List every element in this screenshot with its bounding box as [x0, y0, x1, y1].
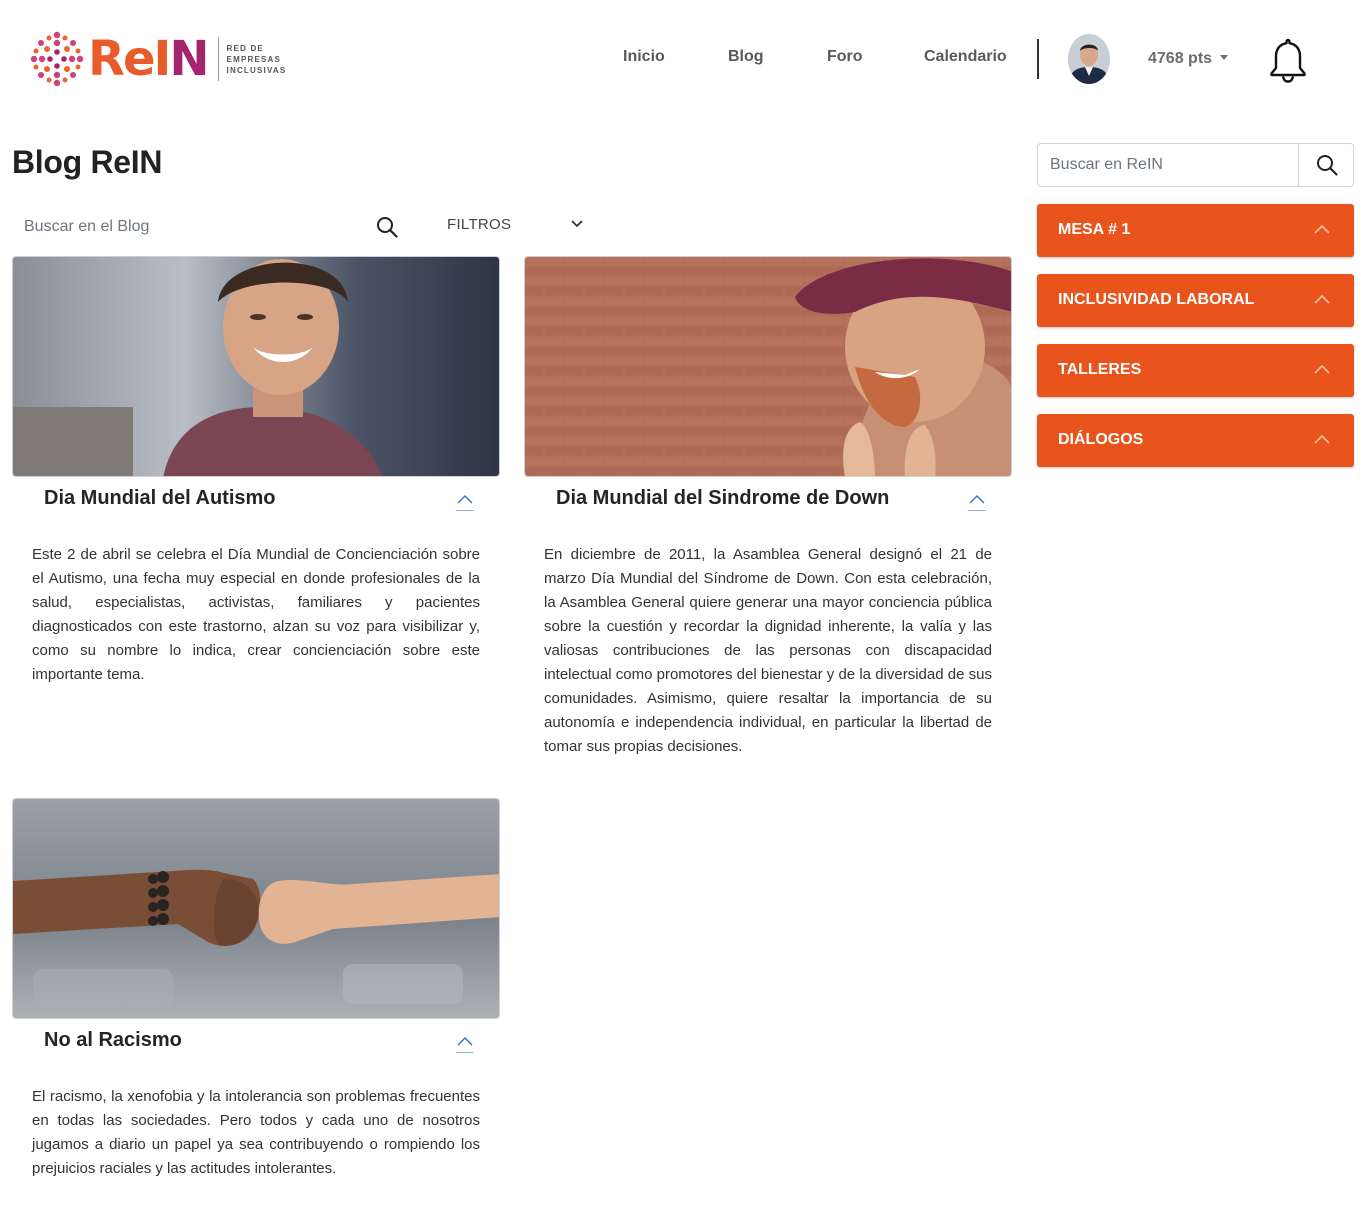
post-title[interactable]: No al Racismo [44, 1029, 182, 1052]
rein-logo[interactable]: ReIN RED DE EMPRESAS INCLUSIVAS [28, 28, 303, 90]
sidebar-item-label: MESA # 1 [1058, 221, 1131, 238]
post-header[interactable]: No al Racismo [12, 1019, 500, 1063]
post-body: Este 2 de abril se celebra el Día Mundia… [32, 546, 480, 683]
fist-bump-photo [13, 799, 499, 1018]
logo-wordmark-part1: ReI [88, 31, 171, 87]
post-body: En diciembre de 2011, la Asamblea Genera… [544, 546, 992, 755]
post-title[interactable]: Dia Mundial del Autismo [44, 487, 276, 510]
chevron-down-icon[interactable] [570, 218, 584, 230]
user-points-label: 4768 pts [1148, 50, 1213, 67]
nav-foro[interactable]: Foro [827, 48, 863, 66]
nav-calendario[interactable]: Calendario [924, 48, 1007, 66]
search-icon[interactable] [376, 216, 398, 238]
sidebar-search-input[interactable] [1038, 144, 1298, 186]
chevron-up-icon [1314, 294, 1330, 304]
chevron-up-icon [1314, 224, 1330, 234]
post-toggle[interactable] [456, 493, 474, 511]
logo-wordmark: ReIN [88, 35, 210, 83]
user-photo-icon [1068, 34, 1110, 84]
bell-icon[interactable] [1268, 37, 1308, 83]
post-toggle[interactable] [968, 493, 986, 511]
chevron-up-icon [1314, 434, 1330, 444]
sidebar-search [1037, 143, 1354, 187]
post-header[interactable]: Dia Mundial del Sindrome de Down [524, 477, 1012, 521]
toggle-underline [968, 510, 986, 511]
sidebar-item-inclusividad-laboral[interactable]: INCLUSIVIDAD LABORAL [1037, 274, 1354, 327]
logo-separator [217, 37, 219, 81]
nav-blog[interactable]: Blog [728, 48, 764, 66]
search-icon [1316, 155, 1338, 176]
logo-tagline: RED DE EMPRESAS INCLUSIVAS [227, 43, 287, 76]
blog-search-input[interactable] [12, 208, 407, 246]
post-image[interactable] [12, 798, 500, 1019]
sidebar-item-label: TALLERES [1058, 361, 1142, 378]
user-avatar[interactable] [1068, 34, 1110, 84]
caret-down-icon [1220, 55, 1229, 60]
post-image[interactable] [524, 256, 1012, 477]
nav-inicio[interactable]: Inicio [623, 48, 665, 66]
page-title: Blog ReIN [12, 144, 163, 180]
laughing-man-cap-photo [525, 257, 1011, 476]
post-title[interactable]: Dia Mundial del Sindrome de Down [556, 487, 889, 510]
chevron-up-icon [1314, 364, 1330, 374]
toggle-underline [456, 510, 474, 511]
sidebar-item-label: DIÁLOGOS [1058, 431, 1144, 448]
logo-wordmark-part2: N [169, 31, 209, 87]
sidebar-search-button[interactable] [1298, 144, 1354, 186]
logo-tagline-line: RED DE [226, 43, 264, 53]
nav-divider [1037, 39, 1039, 79]
chevron-up-icon [969, 495, 985, 504]
sidebar-item-dialogos[interactable]: DIÁLOGOS [1037, 414, 1354, 467]
post-card: Dia Mundial del Sindrome de Down En dici… [524, 256, 1012, 759]
logo-dots-icon [30, 31, 84, 87]
logo-tagline-line: INCLUSIVAS [226, 65, 287, 75]
user-points[interactable]: 4768 pts [1148, 50, 1229, 68]
chevron-up-icon [457, 495, 473, 504]
post-image[interactable] [12, 256, 500, 477]
chevron-up-icon [457, 1037, 473, 1046]
sidebar-item-mesa-1[interactable]: MESA # 1 [1037, 204, 1354, 257]
smiling-man-photo [13, 257, 499, 476]
post-body: El racismo, la xenofobia y la intoleranc… [32, 1088, 480, 1177]
sidebar-item-talleres[interactable]: TALLERES [1037, 344, 1354, 397]
post-toggle[interactable] [456, 1035, 474, 1053]
logo-tagline-line: EMPRESAS [226, 54, 282, 64]
toggle-underline [456, 1052, 474, 1053]
post-card: Dia Mundial del Autismo Este 2 de abril … [12, 256, 500, 687]
sidebar-item-label: INCLUSIVIDAD LABORAL [1058, 291, 1255, 308]
filters-dropdown[interactable]: FILTROS [447, 216, 587, 233]
post-header[interactable]: Dia Mundial del Autismo [12, 477, 500, 521]
post-card: No al Racismo El racismo, la xenofobia y… [12, 798, 500, 1181]
